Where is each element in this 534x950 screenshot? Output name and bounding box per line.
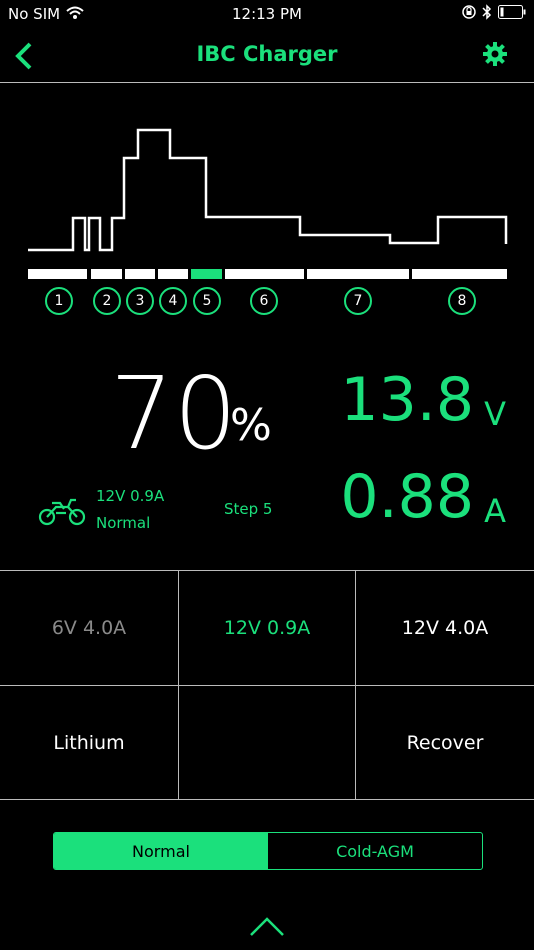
options-grid: 6V 4.0A 12V 0.9A 12V 4.0A Lithium Recove…: [0, 570, 534, 800]
voltage-value: 13.8: [340, 365, 474, 435]
charge-profile-graph: [28, 128, 508, 252]
option-recover[interactable]: Recover: [356, 686, 534, 799]
voltage-unit: V: [484, 395, 506, 433]
nav-bar: IBC Charger: [0, 30, 534, 83]
step-number: 1: [45, 287, 73, 315]
step-segment-2: [91, 269, 122, 279]
step-number: 3: [126, 287, 154, 315]
bluetooth-icon: [482, 4, 492, 20]
mode-name: Normal: [96, 514, 151, 532]
current-unit: A: [484, 492, 506, 530]
step-number: 2: [93, 287, 121, 315]
step-segment-8: [412, 269, 507, 279]
step-number: 8: [448, 287, 476, 315]
mode-toggle: Normal Cold-AGM: [53, 832, 483, 870]
percent-sign: %: [230, 400, 272, 451]
option-empty[interactable]: [179, 686, 355, 799]
step-segment-6: [225, 269, 304, 279]
motorcycle-icon: [38, 498, 86, 526]
status-bar: No SIM 12:13 PM: [0, 0, 534, 28]
step-segment-5: [191, 269, 222, 279]
step-number: 4: [159, 287, 187, 315]
step-segment-3: [125, 269, 155, 279]
chevron-up-icon[interactable]: [249, 915, 285, 937]
step-number: 6: [250, 287, 278, 315]
mode-spec: 12V 0.9A: [96, 487, 165, 505]
status-icons: [462, 4, 526, 20]
step-segment-7: [307, 269, 409, 279]
option-6v-4a[interactable]: 6V 4.0A: [0, 571, 178, 685]
lock-rotation-icon: [462, 5, 476, 19]
step-segment-4: [158, 269, 188, 279]
toggle-normal[interactable]: Normal: [54, 833, 268, 869]
current-value: 0.88: [340, 462, 474, 532]
option-12v-0-9a[interactable]: 12V 0.9A: [179, 571, 355, 685]
option-lithium[interactable]: Lithium: [0, 686, 178, 799]
option-12v-4a[interactable]: 12V 4.0A: [356, 571, 534, 685]
step-segment-1: [28, 269, 87, 279]
charge-percent: 70: [110, 355, 238, 472]
status-time: 12:13 PM: [232, 5, 302, 23]
page-title: IBC Charger: [196, 42, 338, 66]
step-number: 5: [193, 287, 221, 315]
gear-icon[interactable]: [483, 42, 507, 66]
battery-icon: [498, 5, 526, 19]
current-step: Step 5: [224, 500, 273, 518]
toggle-cold-agm[interactable]: Cold-AGM: [268, 833, 482, 869]
step-number: 7: [344, 287, 372, 315]
